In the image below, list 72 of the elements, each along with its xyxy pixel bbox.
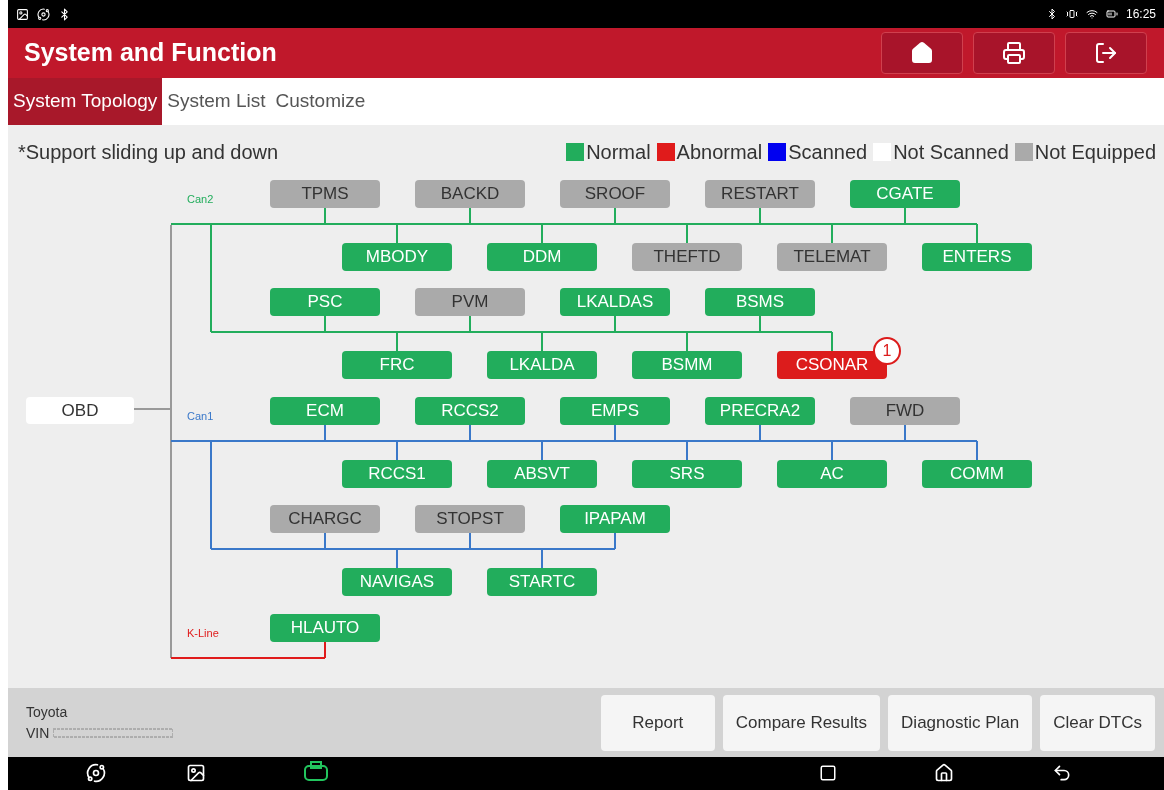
vibrate-icon	[1065, 8, 1078, 20]
module-node[interactable]: AC	[777, 460, 887, 488]
module-node[interactable]: ABSVT	[487, 460, 597, 488]
module-node[interactable]: HLAUTO	[270, 614, 380, 642]
module-node[interactable]: IPAPAM	[560, 505, 670, 533]
module-node[interactable]: SROOF	[560, 180, 670, 208]
module-node[interactable]: PSC	[270, 288, 380, 316]
exit-button[interactable]	[1065, 32, 1147, 74]
module-node[interactable]: RESTART	[705, 180, 815, 208]
legend-label: Abnormal	[676, 140, 763, 165]
action-button[interactable]: Clear DTCs	[1040, 694, 1155, 751]
legend-label: Not Equipped	[1034, 140, 1156, 165]
module-node[interactable]: COMM	[922, 460, 1032, 488]
vehicle-make: Toyota	[26, 702, 69, 722]
module-node[interactable]: CHARGC	[270, 505, 380, 533]
module-node[interactable]: FWD	[850, 397, 960, 425]
tab[interactable]: System List	[162, 78, 271, 125]
module-node[interactable]: RCCS1	[342, 460, 452, 488]
bus-label: Can1	[187, 410, 214, 422]
module-node[interactable]: TPMS	[270, 180, 380, 208]
gallery-icon[interactable]	[186, 763, 206, 783]
module-node[interactable]: TELEMAT	[777, 243, 887, 271]
module-node[interactable]: LKALDAS	[560, 288, 670, 316]
bluetooth-icon	[58, 7, 71, 21]
vin-label: VIN	[26, 723, 50, 743]
bus-label: K-Line	[187, 627, 219, 639]
wifi-icon	[1085, 8, 1098, 20]
page-title: System and Function	[24, 37, 278, 69]
printer-icon	[1002, 41, 1026, 65]
print-button[interactable]	[973, 32, 1055, 74]
module-node[interactable]: CGATE	[850, 180, 960, 208]
legend-label: Not Scanned	[893, 140, 1009, 165]
module-node[interactable]: STOPST	[415, 505, 525, 533]
count-badge: 1	[873, 337, 901, 365]
module-node[interactable]: SRS	[632, 460, 742, 488]
tab[interactable]: System Topology	[8, 78, 163, 125]
hint-text: *Support sliding up and down	[18, 140, 279, 165]
tab[interactable]: Customize	[270, 78, 371, 125]
module-node[interactable]: RCCS2	[415, 397, 525, 425]
action-button[interactable]: Report	[600, 694, 715, 751]
home-button[interactable]	[881, 32, 963, 74]
home-icon[interactable]	[934, 763, 954, 783]
module-node[interactable]: MBODY	[342, 243, 452, 271]
module-node[interactable]: PVM	[415, 288, 525, 316]
image-icon	[16, 7, 29, 21]
module-node[interactable]: ECM	[270, 397, 380, 425]
bus-label: Can2	[187, 193, 214, 205]
module-node[interactable]: EMPS	[560, 397, 670, 425]
module-node[interactable]: BACKD	[415, 180, 525, 208]
module-node[interactable]: PRECRA2	[705, 397, 815, 425]
module-node[interactable]: BSMM	[632, 351, 742, 379]
action-button[interactable]: Diagnostic Plan	[888, 694, 1033, 751]
module-node[interactable]: ENTERS	[922, 243, 1032, 271]
browser-icon[interactable]	[86, 763, 106, 783]
redacted-vin-icon	[53, 728, 174, 738]
module-node[interactable]: FRC	[342, 351, 452, 379]
battery-icon	[1105, 8, 1118, 20]
clock: 16:25	[1125, 6, 1156, 23]
back-icon[interactable]	[1052, 763, 1072, 783]
obd-node[interactable]: OBD	[26, 397, 134, 424]
module-node[interactable]: BSMS	[705, 288, 815, 316]
module-node[interactable]: THEFTD	[632, 243, 742, 271]
legend-label: Normal	[586, 140, 651, 165]
action-button[interactable]: Compare Results	[722, 694, 881, 751]
recents-icon[interactable]	[819, 764, 837, 782]
legend-label: Scanned	[788, 140, 868, 165]
exit-door-icon	[1094, 41, 1118, 65]
module-node[interactable]: NAVIGAS	[342, 568, 452, 596]
module-node[interactable]: DDM	[487, 243, 597, 271]
module-node[interactable]: STARTC	[487, 568, 597, 596]
module-node[interactable]: LKALDA	[487, 351, 597, 379]
home-icon	[910, 41, 934, 65]
